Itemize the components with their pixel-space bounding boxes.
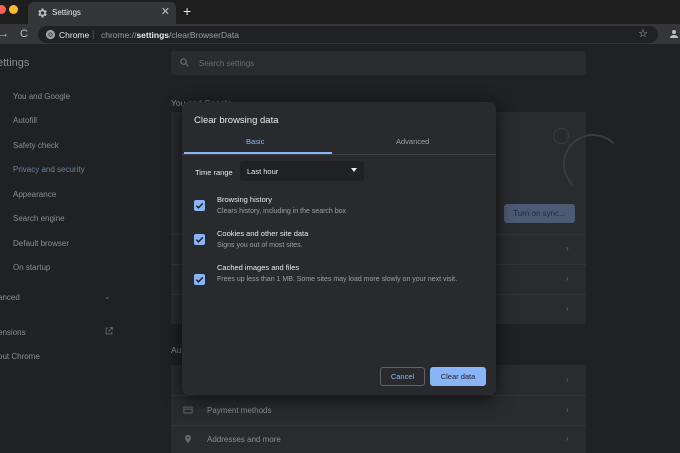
sidebar-item-you-and-google[interactable]: You and Google xyxy=(13,92,70,101)
browsing-history-checkbox[interactable] xyxy=(194,200,205,211)
search-icon xyxy=(180,58,189,67)
cookies-checkbox[interactable] xyxy=(194,234,205,245)
sidebar-item-about-chrome[interactable]: out Chrome xyxy=(0,352,40,361)
browser-toolbar: → C Chrome | chrome://settings/clearBrow… xyxy=(0,24,680,44)
sidebar-item-safety-check[interactable]: Safety check xyxy=(13,141,59,150)
checkmark-icon xyxy=(195,236,204,243)
settings-title: ettings xyxy=(0,57,30,69)
chevron-right-icon[interactable]: › xyxy=(566,274,569,283)
decorative-circle xyxy=(553,128,569,144)
decorative-arc xyxy=(563,134,623,194)
turn-on-sync-button[interactable]: Turn on sync... xyxy=(504,204,575,223)
chevron-right-icon[interactable]: › xyxy=(566,304,569,313)
row-divider xyxy=(171,425,586,426)
cached-images-desc: Frees up less than 1 MB. Some sites may … xyxy=(217,276,458,283)
open-in-new-icon xyxy=(105,327,113,335)
close-window-button[interactable] xyxy=(0,5,6,14)
forward-arrow-icon[interactable]: → xyxy=(0,27,9,41)
clear-data-button[interactable]: Clear data xyxy=(430,367,486,386)
tab-settings[interactable]: Settings ✕ xyxy=(28,2,176,24)
sidebar-item-extensions[interactable]: ensions xyxy=(0,328,26,337)
checkmark-icon xyxy=(195,276,204,283)
sidebar-item-appearance[interactable]: Appearance xyxy=(13,190,56,199)
cached-images-title: Cached images and files xyxy=(217,263,300,272)
checkmark-icon xyxy=(195,202,204,209)
title-bar: Settings ✕ + xyxy=(0,0,680,24)
payment-methods-row[interactable]: Payment methods xyxy=(207,406,271,415)
reload-icon[interactable]: C xyxy=(20,27,28,41)
dialog-title: Clear browsing data xyxy=(194,115,279,126)
credit-card-icon xyxy=(183,406,193,414)
chevron-right-icon[interactable]: › xyxy=(566,375,569,384)
dropdown-arrow-icon xyxy=(351,168,357,172)
browsing-history-title: Browsing history xyxy=(217,195,273,204)
chrome-icon xyxy=(45,29,56,40)
gear-icon xyxy=(38,8,47,18)
sidebar-item-advanced[interactable]: anced xyxy=(0,293,20,302)
sidebar-item-search-engine[interactable]: Search engine xyxy=(13,214,65,223)
search-placeholder: Search settings xyxy=(199,59,255,68)
tab-advanced[interactable]: Advanced xyxy=(396,137,429,146)
omnibox-separator: | xyxy=(92,29,95,39)
sidebar-item-autofill[interactable]: Autofill xyxy=(13,116,37,125)
sidebar-item-privacy-and-security[interactable]: Privacy and security xyxy=(13,165,85,174)
sidebar-item-on-startup[interactable]: On startup xyxy=(13,263,50,272)
tab-basic[interactable]: Basic xyxy=(246,137,264,146)
search-settings-input[interactable]: Search settings xyxy=(171,51,586,75)
time-range-select[interactable]: Last hour xyxy=(240,161,364,181)
profile-icon[interactable] xyxy=(668,27,680,41)
cookies-title: Cookies and other site data xyxy=(217,229,309,238)
tab-divider xyxy=(182,154,496,155)
addresses-row[interactable]: Addresses and more xyxy=(207,435,281,444)
omnibox-origin: Chrome xyxy=(59,30,90,40)
chevron-right-icon[interactable]: › xyxy=(566,434,569,443)
clear-browsing-data-dialog: Clear browsing data Basic Advanced Time … xyxy=(182,102,496,395)
chevron-down-icon: ⌄ xyxy=(104,292,111,301)
new-tab-button[interactable]: + xyxy=(183,3,191,19)
close-tab-icon[interactable]: ✕ xyxy=(161,6,170,18)
browsing-history-desc: Clears history, including in the search … xyxy=(217,208,347,215)
row-divider xyxy=(171,395,586,396)
minimize-window-button[interactable] xyxy=(9,5,18,14)
tab-title: Settings xyxy=(52,8,81,17)
chevron-right-icon[interactable]: › xyxy=(566,405,569,414)
chevron-right-icon[interactable]: › xyxy=(566,244,569,253)
cookies-desc: Signs you out of most sites. xyxy=(217,242,303,249)
bookmark-star-icon[interactable]: ☆ xyxy=(638,27,648,40)
address-bar[interactable]: Chrome | chrome://settings/clearBrowserD… xyxy=(38,26,658,43)
location-pin-icon xyxy=(185,434,191,444)
cached-images-checkbox[interactable] xyxy=(194,274,205,285)
time-range-value: Last hour xyxy=(247,167,279,176)
time-range-label: Time range xyxy=(195,168,233,177)
omnibox-url: chrome://settings/clearBrowserData xyxy=(101,30,239,40)
cancel-button[interactable]: Cancel xyxy=(380,367,425,386)
sidebar-item-default-browser[interactable]: Default browser xyxy=(13,239,69,248)
